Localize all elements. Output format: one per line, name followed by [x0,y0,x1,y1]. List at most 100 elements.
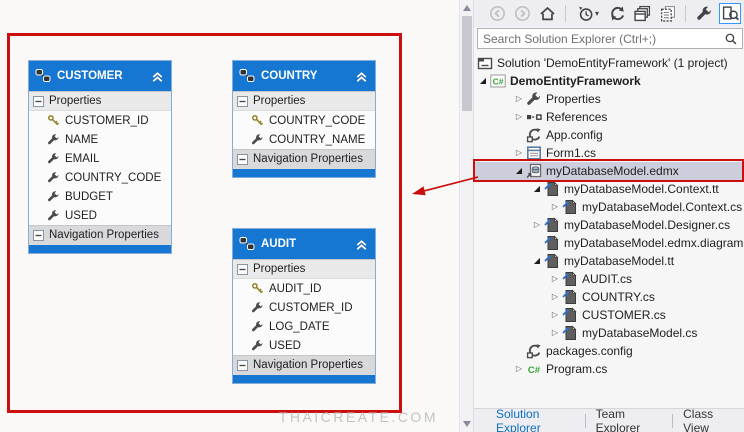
entity-bottom-strip [233,169,375,177]
tree-item-customer-cs[interactable]: ▷ CUSTOMER.cs [474,306,744,324]
entity-audit[interactable]: AUDIT Properties AUDIT_ID CUSTOMER_ID LOG_DA… [232,228,376,384]
entity-property-customer-id[interactable]: CUSTOMER_ID [29,111,171,130]
tree-item-mydatabasemodel-edmx-diagram[interactable]: myDatabaseModel.edmx.diagram [474,234,744,252]
tree-item-mydatabasemodel-context-cs[interactable]: ▷ myDatabaseModel.Context.cs [474,198,744,216]
entity-bottom-strip [233,375,375,383]
tree-item-mydatabasemodel-tt[interactable]: ◢ myDatabaseModel.tt [474,252,744,270]
scrollbar-thumb[interactable] [462,16,472,111]
entity-property-country-code[interactable]: COUNTRY_CODE [29,168,171,187]
expander-collapsed-icon[interactable]: ▷ [548,270,562,288]
designer-vertical-scrollbar[interactable] [459,0,474,432]
tt-file-icon [544,181,560,197]
entity-property-budget[interactable]: BUDGET [29,187,171,206]
tree-item-label: CUSTOMER.cs [582,308,666,322]
properties-section-header[interactable]: Properties [29,91,171,111]
tab-solution-explorer[interactable]: Solution Explorer [486,407,585,432]
property-name: CUSTOMER_ID [65,114,149,127]
tree-item-program-cs[interactable]: ▷ Program.cs [474,360,744,378]
search-icon[interactable] [724,32,738,46]
tree-item-mydatabasemodel-designer-cs[interactable]: ▷ myDatabaseModel.Designer.cs [474,216,744,234]
watermark-text: THAICREATE.COM [278,409,438,425]
tab-class-view[interactable]: Class View [673,407,744,432]
expander-collapsed-icon[interactable]: ▷ [530,216,544,234]
dropdown-caret-icon[interactable]: ▾ [595,9,599,18]
properties-icon[interactable] [694,3,714,24]
tree-item-country-cs[interactable]: ▷ COUNTRY.cs [474,288,744,306]
entity-header[interactable]: CUSTOMER [29,61,171,91]
tt-file-icon [544,235,560,251]
collapse-all-icon[interactable] [632,3,652,24]
tree-item-solution-demoentityframework-1-project[interactable]: Solution 'DemoEntityFramework' (1 projec… [474,54,744,72]
expander-collapsed-icon[interactable]: ▷ [512,360,526,378]
properties-section-header[interactable]: Properties [233,91,375,111]
entity-property-country-name[interactable]: COUNTRY_NAME [233,130,375,149]
expander-collapsed-icon[interactable]: ▷ [512,108,526,126]
tree-item-mydatabasemodel-cs[interactable]: ▷ myDatabaseModel.cs [474,324,744,342]
tree-item-audit-cs[interactable]: ▷ AUDIT.cs [474,270,744,288]
tree-item-references[interactable]: ▷ References [474,108,744,126]
expander-collapsed-icon[interactable]: ▷ [548,306,562,324]
forward-icon [514,5,531,22]
expander-expanded-icon[interactable]: ◢ [530,180,544,198]
navigation-section-header[interactable]: Navigation Properties [29,225,171,245]
expander-expanded-icon[interactable]: ◢ [512,162,526,180]
property-name: BUDGET [65,190,113,203]
property-name: LOG_DATE [269,320,330,333]
tree-item-mydatabasemodel-context-tt[interactable]: ◢ myDatabaseModel.Context.tt [474,180,744,198]
expander-expanded-icon[interactable]: ◢ [530,252,544,270]
solution-tree: Solution 'DemoEntityFramework' (1 projec… [474,50,744,408]
show-all-files-icon[interactable] [657,3,677,24]
tree-item-demoentityframework[interactable]: ◢ DemoEntityFramework [474,72,744,90]
expander-collapsed-icon[interactable]: ▷ [548,198,562,216]
home-icon[interactable] [537,3,557,24]
forward-icon[interactable] [512,3,532,24]
tab-team-explorer[interactable]: Team Explorer [586,407,673,432]
entity-customer[interactable]: CUSTOMER Properties CUSTOMER_ID NAME EMAIL CO… [28,60,172,254]
entity-property-log-date[interactable]: LOG_DATE [233,317,375,336]
back-icon[interactable] [487,3,507,24]
properties-section-header[interactable]: Properties [233,259,375,279]
collapse-minus-icon [33,230,44,241]
entity-header[interactable]: AUDIT [233,229,375,259]
entity-property-audit-id[interactable]: AUDIT_ID [233,279,375,298]
entity-property-used[interactable]: USED [233,336,375,355]
scrollbar-down-arrow-icon[interactable] [463,421,471,427]
collapse-chevron-icon[interactable] [354,237,369,252]
collapse-minus-icon [237,264,248,275]
tree-item-properties[interactable]: ▷ Properties [474,90,744,108]
search-input[interactable]: Search Solution Explorer (Ctrl+;) [477,28,743,49]
scalar-property-icon [47,171,60,184]
section-label: Navigation Properties [253,153,363,165]
expander-collapsed-icon[interactable]: ▷ [548,288,562,306]
tree-item-form1-cs[interactable]: ▷ Form1.cs [474,144,744,162]
tree-item-label: Solution 'DemoEntityFramework' (1 projec… [497,56,728,70]
collapse-chevron-icon[interactable] [354,69,369,84]
navigation-section-header[interactable]: Navigation Properties [233,355,375,375]
entity-property-email[interactable]: EMAIL [29,149,171,168]
tree-item-label: myDatabaseModel.edmx [546,164,679,178]
entity-type-icon [239,68,255,84]
preview-selected-items-icon[interactable] [719,3,741,24]
entity-property-name[interactable]: NAME [29,130,171,149]
entity-header[interactable]: COUNTRY [233,61,375,91]
expander-expanded-icon[interactable]: ◢ [476,72,490,90]
entity-property-used[interactable]: USED [29,206,171,225]
entity-property-country-code[interactable]: COUNTRY_CODE [233,111,375,130]
navigation-section-header[interactable]: Navigation Properties [233,149,375,169]
tt-file-icon [562,271,578,287]
tree-item-app-config[interactable]: App.config [474,126,744,144]
tree-item-mydatabasemodel-edmx[interactable]: ◢ myDatabaseModel.edmx [474,162,744,180]
expander-collapsed-icon[interactable]: ▷ [512,90,526,108]
expander-collapsed-icon[interactable]: ▷ [512,144,526,162]
scrollbar-up-arrow-icon[interactable] [463,5,471,11]
tree-item-packages-config[interactable]: packages.config [474,342,744,360]
entity-property-customer-id[interactable]: CUSTOMER_ID [233,298,375,317]
expander-collapsed-icon[interactable]: ▷ [548,324,562,342]
pending-changes-filter-icon[interactable]: ▾ [574,3,602,24]
tree-item-label: Properties [546,92,601,106]
refresh-icon[interactable] [607,3,627,24]
properties-icon [696,5,713,22]
entity-country[interactable]: COUNTRY Properties COUNTRY_CODE COUNTRY_NAM… [232,60,376,178]
collapse-chevron-icon[interactable] [150,69,165,84]
back-icon [489,5,506,22]
